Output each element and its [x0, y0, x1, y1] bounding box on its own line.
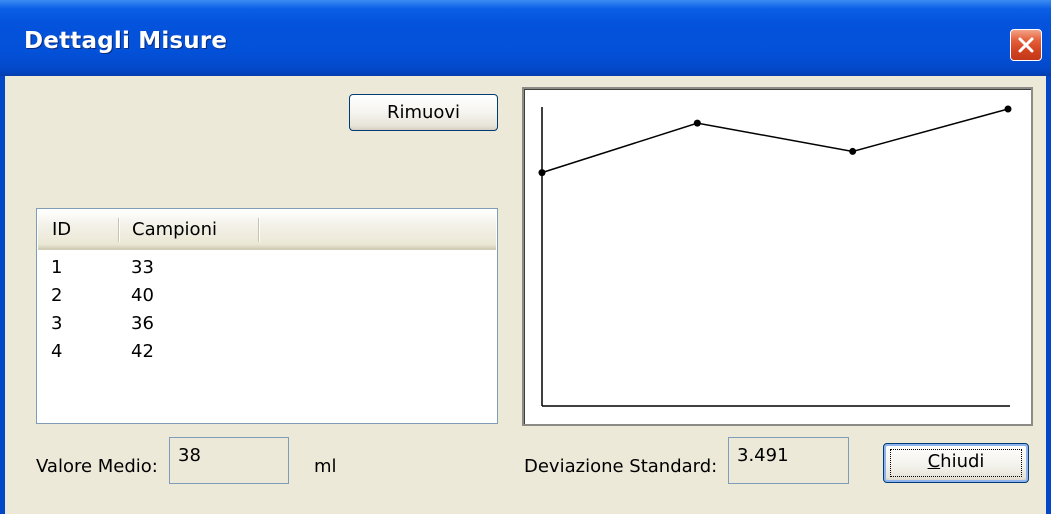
series-line — [541, 108, 1009, 174]
cell-id: 4 — [51, 341, 63, 362]
cell-id: 2 — [51, 285, 63, 306]
data-point-3 — [849, 147, 857, 155]
data-point-4 — [1004, 105, 1012, 113]
close-button-mnemonic: C — [927, 451, 941, 472]
std-dev-value-field: 3.491 — [728, 437, 849, 484]
cell-campioni: 33 — [131, 257, 154, 278]
window-border-left — [0, 76, 5, 514]
line-chart — [538, 105, 1012, 407]
cell-campioni: 40 — [131, 285, 154, 306]
cell-campioni: 36 — [131, 313, 154, 334]
list-header: ID Campioni — [38, 210, 496, 250]
mean-unit-label: ml — [314, 456, 337, 477]
std-dev-label: Deviazione Standard: — [524, 456, 718, 477]
remove-button[interactable]: Rimuovi — [349, 94, 498, 131]
close-icon — [1018, 37, 1034, 53]
close-button[interactable]: Chiudi — [883, 443, 1029, 483]
column-divider[interactable] — [118, 218, 120, 242]
window-border-right — [1046, 76, 1051, 514]
column-header-id[interactable]: ID — [52, 210, 71, 248]
window-title: Dettagli Misure — [24, 28, 228, 54]
cell-id: 3 — [51, 313, 63, 334]
data-point-2 — [693, 119, 701, 127]
chart-panel — [522, 87, 1033, 426]
mean-value-field: 38 — [169, 437, 289, 484]
close-button-label-rest: hiudi — [940, 451, 985, 472]
close-window-button[interactable] — [1010, 29, 1042, 61]
close-button-label: Chiudi — [928, 451, 985, 472]
column-header-campioni[interactable]: Campioni — [132, 210, 217, 248]
dialog-window: Dettagli Misure Rimuovi ID Campioni 1 33… — [0, 0, 1051, 514]
column-divider[interactable] — [258, 218, 260, 242]
measurements-list[interactable]: ID Campioni 1 33 2 40 3 36 4 42 — [36, 208, 498, 424]
cell-campioni: 42 — [131, 341, 154, 362]
data-point-1 — [538, 169, 546, 177]
title-bar[interactable]: Dettagli Misure — [0, 0, 1051, 76]
cell-id: 1 — [51, 257, 63, 278]
mean-label: Valore Medio: — [36, 456, 158, 477]
